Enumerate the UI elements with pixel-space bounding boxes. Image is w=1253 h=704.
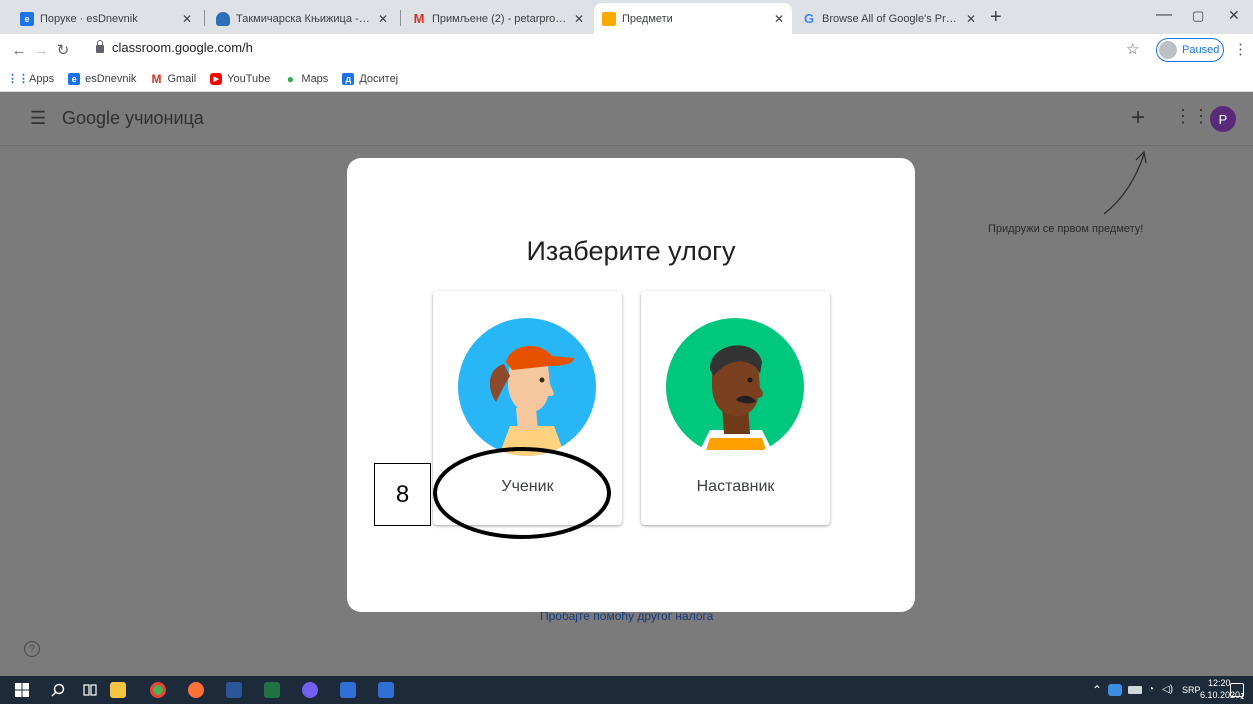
tab-title: Browse All of Google's Products (822, 12, 960, 25)
profile-status: Paused (1182, 44, 1220, 56)
word-icon[interactable] (226, 682, 242, 698)
save-disk-icon[interactable] (340, 682, 356, 698)
chrome-icon[interactable] (150, 682, 166, 698)
task-view-icon[interactable] (82, 682, 98, 698)
new-tab-button[interactable]: + (990, 6, 1002, 29)
bookmarks-bar: ⋮⋮ Apps e esDnevnik M Gmail ▶ YouTube ● … (0, 66, 1253, 92)
tab-title: Предмети (622, 12, 673, 25)
firefox-icon[interactable] (188, 682, 204, 698)
tab-title: Примљене (2) - petarproba@pet (432, 12, 568, 25)
bookmark-label: Maps (301, 72, 329, 85)
notification-count: 1 (1240, 692, 1245, 701)
tab-google-products[interactable]: G Browse All of Google's Products ✕ (794, 3, 984, 34)
gmail-icon: M (413, 11, 425, 26)
teacher-role-card[interactable]: Наставник (641, 291, 830, 525)
classroom-header: ☰ Google учионица + ⋮⋮⋮ P (0, 92, 1253, 146)
bookmark-label: Доситеј (359, 72, 399, 85)
account-avatar[interactable]: P (1210, 106, 1236, 132)
forward-arrow-icon[interactable]: → (30, 42, 52, 59)
reload-icon[interactable]: ↻ (52, 41, 74, 59)
tab-esdnevnik[interactable]: e Поруке · esDnevnik ✕ (12, 3, 200, 34)
esdnevnik-icon: e (68, 72, 81, 85)
bookmark-dositej[interactable]: д Доситеј (342, 72, 399, 85)
classroom-logo[interactable]: Google учионица (62, 108, 204, 129)
profile-paused-button[interactable]: Paused (1156, 38, 1224, 62)
dositej-icon: д (342, 72, 355, 85)
add-class-button[interactable]: + (1131, 104, 1145, 132)
tab-title: Такмичарска Књижица - Рукові (236, 12, 372, 25)
hint-arrow-icon (1103, 150, 1147, 215)
shield-icon (216, 11, 230, 26)
student-illustration (458, 318, 596, 456)
clock-time[interactable]: 12:20 (1208, 678, 1231, 688)
url-text: classroom.google.com/h (112, 40, 253, 55)
hamburger-menu-icon[interactable]: ☰ (30, 108, 46, 129)
close-icon[interactable]: ✕ (774, 12, 784, 26)
choose-role-dialog: Изаберите улогу Ученик Наставник (347, 158, 915, 612)
language-indicator[interactable]: SRP (1182, 685, 1201, 695)
volume-icon[interactable]: ◁) (1162, 684, 1173, 695)
file-explorer-icon[interactable] (110, 682, 126, 698)
bookmark-esdnevnik[interactable]: e esDnevnik (68, 72, 137, 85)
tab-separator (400, 10, 401, 26)
tab-gmail[interactable]: M Примљене (2) - petarproba@pet ✕ (404, 3, 592, 34)
browser-toolbar: ← → ↻ classroom.google.com/h ☆ Paused ⋮ (0, 34, 1253, 66)
highlight-ellipse (433, 447, 611, 539)
tab-takmicarska[interactable]: Такмичарска Књижица - Рукові ✕ (208, 3, 396, 34)
menu-dots-icon[interactable]: ⋮ (1233, 40, 1248, 58)
join-class-hint: Придружи се првом предмету! (988, 223, 1144, 235)
tray-chevron-icon[interactable]: ⌃ (1092, 683, 1102, 697)
close-icon[interactable]: ✕ (966, 12, 976, 26)
windows-taskbar: ⌃ ◔ ◁) SRP 12:20 6.10.2020. 1 (0, 676, 1253, 704)
youtube-icon: ▶ (210, 72, 223, 85)
save-disk-icon-2[interactable] (378, 682, 394, 698)
tray-app-icon[interactable] (1108, 684, 1122, 696)
bookmark-label: Gmail (167, 72, 197, 85)
profile-avatar-icon (1159, 41, 1177, 59)
teacher-role-label: Наставник (696, 478, 775, 495)
esdnevnik-icon: e (20, 11, 34, 26)
bookmark-maps[interactable]: ● Maps (284, 71, 329, 86)
address-bar[interactable]: classroom.google.com/h (96, 39, 253, 55)
viber-icon[interactable] (302, 682, 318, 698)
maximize-icon[interactable]: ▢ (1192, 8, 1204, 24)
tab-strip: e Поруке · esDnevnik ✕ Такмичарска Књижи… (0, 0, 1253, 34)
teacher-illustration (666, 318, 804, 456)
bookmark-label: Apps (29, 72, 55, 85)
bookmark-apps[interactable]: ⋮⋮ Apps (7, 72, 55, 86)
close-icon[interactable]: ✕ (378, 12, 388, 26)
bookmark-label: YouTube (227, 72, 271, 85)
excel-icon[interactable] (264, 682, 280, 698)
bookmark-label: esDnevnik (85, 72, 137, 85)
wifi-icon[interactable]: ◔ (1148, 684, 1154, 695)
dialog-title: Изаберите улогу (526, 236, 736, 266)
classroom-wordmark: учионица (125, 108, 204, 128)
tab-predmeti[interactable]: Предмети ✕ (594, 3, 792, 34)
step-number-callout: 8 (374, 463, 431, 526)
help-icon[interactable]: ? (24, 641, 40, 657)
close-icon[interactable]: ✕ (574, 12, 584, 26)
classroom-icon (602, 11, 616, 26)
tab-title: Поруке · esDnevnik (40, 12, 138, 25)
bookmark-gmail[interactable]: M Gmail (150, 71, 197, 86)
back-arrow-icon[interactable]: ← (8, 42, 30, 59)
battery-icon[interactable] (1128, 686, 1142, 694)
search-icon[interactable] (50, 682, 66, 698)
bookmark-star-icon[interactable]: ☆ (1126, 40, 1139, 58)
minimize-icon[interactable]: — (1156, 6, 1172, 24)
bookmark-youtube[interactable]: ▶ YouTube (210, 72, 271, 85)
close-icon[interactable]: ✕ (182, 12, 192, 26)
lock-icon (96, 39, 104, 53)
window-close-icon[interactable]: ✕ (1228, 7, 1240, 24)
maps-pin-icon: ● (286, 71, 295, 86)
windows-start-icon[interactable] (14, 682, 30, 698)
tab-separator (204, 10, 205, 26)
apps-grid-icon: ⋮⋮ (7, 73, 29, 85)
gmail-icon: M (151, 71, 162, 86)
google-wordmark: Google (62, 108, 121, 128)
google-icon: G (803, 11, 815, 26)
